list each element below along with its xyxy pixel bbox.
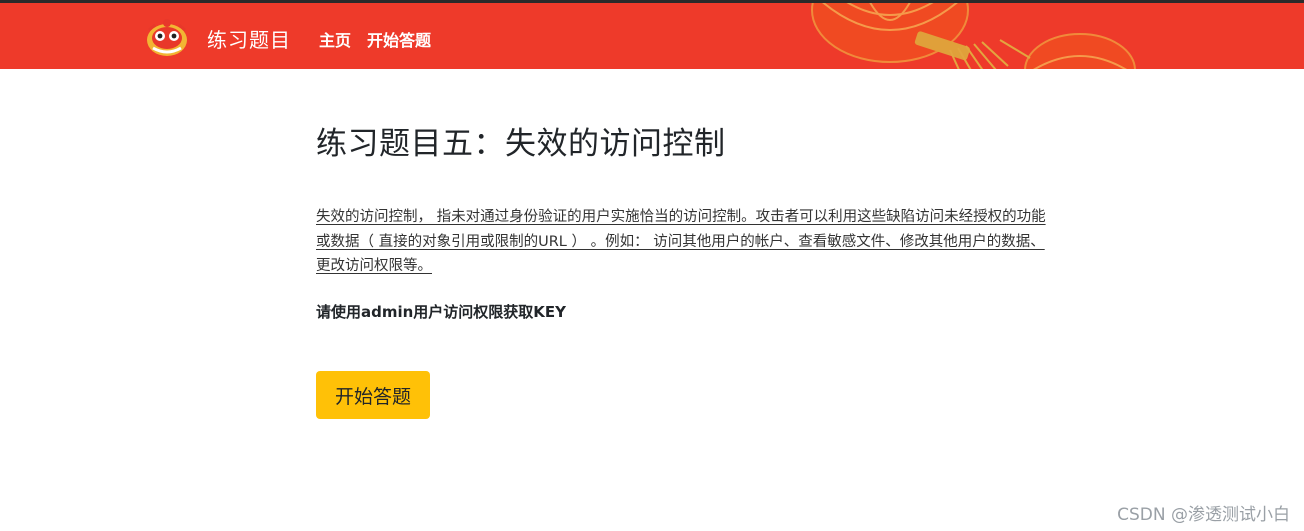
page-title: 练习题目五：失效的访问控制 <box>316 126 726 162</box>
nav-link-home[interactable]: 主页 <box>319 27 351 51</box>
csdn-watermark: CSDN @渗透测试小白 <box>1117 505 1290 525</box>
lantern-icon <box>811 3 1136 69</box>
challenge-description: 失效的访问控制， 指未对通过身份验证的用户实施恰当的访问控制。攻击者可以利用这些… <box>316 209 1046 274</box>
start-quiz-button[interactable]: 开始答题 <box>316 371 430 419</box>
challenge-instruction: 请使用admin用户访问权限获取KEY <box>316 303 567 321</box>
brand-title[interactable]: 练习题目 <box>207 24 291 53</box>
top-navbar: 练习题目 主页 开始答题 <box>0 0 1304 69</box>
nav-link-start-quiz[interactable]: 开始答题 <box>367 27 431 51</box>
lion-dance-icon <box>147 19 187 56</box>
